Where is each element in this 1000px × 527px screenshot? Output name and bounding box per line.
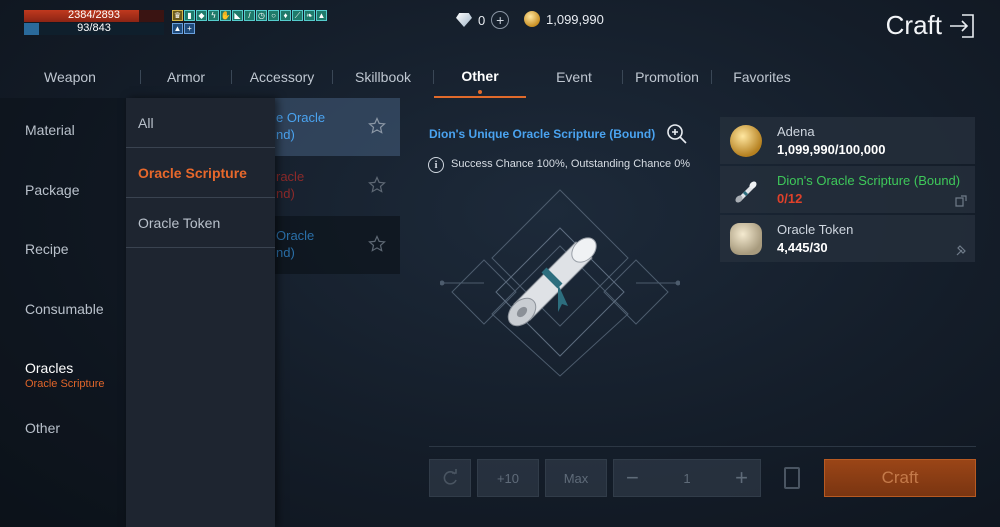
mp-text: 93/843: [77, 22, 111, 34]
potion-buff-icon[interactable]: ▮: [184, 10, 195, 21]
hammer-icon[interactable]: [955, 244, 967, 256]
tab-accessory[interactable]: Accessory: [232, 56, 332, 98]
diamond-count: 0: [478, 12, 486, 28]
tab-event[interactable]: Event: [526, 56, 622, 98]
subcategory-sidebar: Material Package Recipe Consumable Oracl…: [0, 98, 126, 527]
category-tabs: Weapon Armor Accessory Skillbook Other E…: [0, 56, 1000, 98]
plus10-button[interactable]: +10: [477, 459, 539, 497]
craft-button[interactable]: Craft: [824, 459, 976, 497]
adena-coin-icon: [730, 125, 762, 157]
sidebar-item-package[interactable]: Package: [25, 182, 79, 198]
leaf-buff-icon[interactable]: ❧: [304, 10, 315, 21]
tab-label: Armor: [166, 69, 206, 85]
arrow-buff-icon[interactable]: ▲: [172, 23, 183, 34]
buff-row-2: ▲ +: [172, 23, 195, 34]
refresh-icon: [443, 469, 457, 485]
acquire-icon[interactable]: [955, 195, 967, 207]
hp-text: 2384/2893: [68, 9, 120, 21]
divider: [429, 446, 976, 447]
hand-buff-icon[interactable]: ✋: [220, 10, 231, 21]
material-name: Dion's Oracle Scripture (Bound): [777, 173, 961, 188]
favorite-star-icon[interactable]: [368, 235, 386, 253]
sword-buff-icon[interactable]: /: [244, 10, 255, 21]
material-name: Oracle Token: [777, 222, 854, 237]
info-icon[interactable]: i: [428, 157, 444, 173]
quantity-value[interactable]: 1: [683, 471, 690, 486]
reset-button[interactable]: [429, 459, 471, 497]
dropdown-option-oracle-scripture[interactable]: Oracle Scripture: [126, 148, 275, 198]
material-row-adena[interactable]: Adena 1,099,990/100,000: [720, 117, 975, 164]
dropdown-option-all[interactable]: All: [126, 98, 275, 148]
buff-row-1: ♛ ▮ ◆ ϟ ✋ ◣ / ◷ ○ ♦ ⟋ ❧ ▲: [172, 10, 327, 21]
filter-dropdown: All Oracle Scripture Oracle Token: [126, 98, 275, 527]
clock-buff-icon[interactable]: ◷: [256, 10, 267, 21]
tab-skillbook[interactable]: Skillbook: [333, 56, 433, 98]
plus-buff-icon[interactable]: +: [184, 23, 195, 34]
add-diamond-button[interactable]: +: [491, 11, 510, 29]
adena-coin-icon: [524, 11, 540, 27]
increase-button[interactable]: +: [735, 465, 748, 491]
tab-armor[interactable]: Armor: [141, 56, 231, 98]
calculator-icon[interactable]: [784, 467, 800, 489]
tab-label: Weapon: [44, 69, 96, 85]
item-showcase: [440, 189, 680, 377]
tab-other[interactable]: Other: [434, 56, 526, 98]
feather-buff-icon[interactable]: ⟋: [292, 10, 303, 21]
tab-favorites[interactable]: Favorites: [712, 56, 812, 98]
material-row-scripture[interactable]: Dion's Oracle Scripture (Bound) 0/12: [720, 166, 975, 213]
gem-buff-icon[interactable]: ♦: [280, 10, 291, 21]
decrease-button[interactable]: −: [626, 465, 639, 491]
material-count: 4,445/30: [777, 240, 828, 255]
exit-icon[interactable]: [948, 12, 976, 40]
sidebar-item-oracles-filter: Oracle Scripture: [25, 378, 105, 390]
flask-buff-icon[interactable]: ▲: [316, 10, 327, 21]
mp-bar: 93/843: [24, 22, 164, 35]
favorite-star-icon[interactable]: [368, 176, 386, 194]
tab-weapon[interactable]: Weapon: [0, 56, 140, 98]
scroll-icon: [507, 237, 597, 327]
adena-currency: 1,099,990: [524, 11, 604, 27]
max-button[interactable]: Max: [545, 459, 607, 497]
item-title: Dion's Unique Oracle Scripture (Bound): [429, 127, 656, 141]
sidebar-item-other[interactable]: Other: [25, 420, 60, 436]
active-tab-indicator: [478, 90, 482, 94]
quantity-stepper: − 1 +: [613, 459, 761, 497]
sidebar-item-consumable[interactable]: Consumable: [25, 301, 104, 317]
favorite-star-icon[interactable]: [368, 117, 386, 135]
material-count: 1,099,990/100,000: [777, 142, 886, 157]
tab-label: Other: [461, 68, 499, 84]
tab-label: Event: [556, 69, 592, 85]
trophy-buff-icon[interactable]: ♛: [172, 10, 183, 21]
sidebar-item-recipe[interactable]: Recipe: [25, 241, 69, 257]
tab-label: Promotion: [635, 69, 699, 85]
boot-buff-icon[interactable]: ◣: [232, 10, 243, 21]
bolt-buff-icon[interactable]: ϟ: [208, 10, 219, 21]
material-name: Adena: [777, 124, 815, 139]
scroll-icon: [735, 181, 757, 203]
dropdown-option-oracle-token[interactable]: Oracle Token: [126, 198, 275, 248]
shield-buff-icon[interactable]: ◆: [196, 10, 207, 21]
oracle-token-icon: [730, 223, 762, 255]
tab-promotion[interactable]: Promotion: [623, 56, 711, 98]
page-title: Craft: [885, 10, 942, 40]
zoom-icon[interactable]: [666, 123, 688, 145]
hp-bar: 2384/2893: [24, 9, 164, 22]
adena-count: 1,099,990: [546, 11, 604, 27]
diamond-currency: 0 +: [456, 11, 510, 29]
success-chance-text: Success Chance 100%, Outstanding Chance …: [451, 158, 691, 170]
sidebar-item-material[interactable]: Material: [25, 122, 75, 138]
material-count: 0/12: [777, 191, 803, 206]
ring-buff-icon[interactable]: ○: [268, 10, 279, 21]
tab-label: Skillbook: [354, 69, 412, 85]
tab-label: Accessory: [249, 69, 315, 85]
tab-label: Favorites: [733, 69, 791, 85]
material-row-oracle-token[interactable]: Oracle Token 4,445/30: [720, 215, 975, 262]
sidebar-item-oracles[interactable]: Oracles: [25, 360, 73, 376]
diamond-icon: [456, 13, 472, 27]
